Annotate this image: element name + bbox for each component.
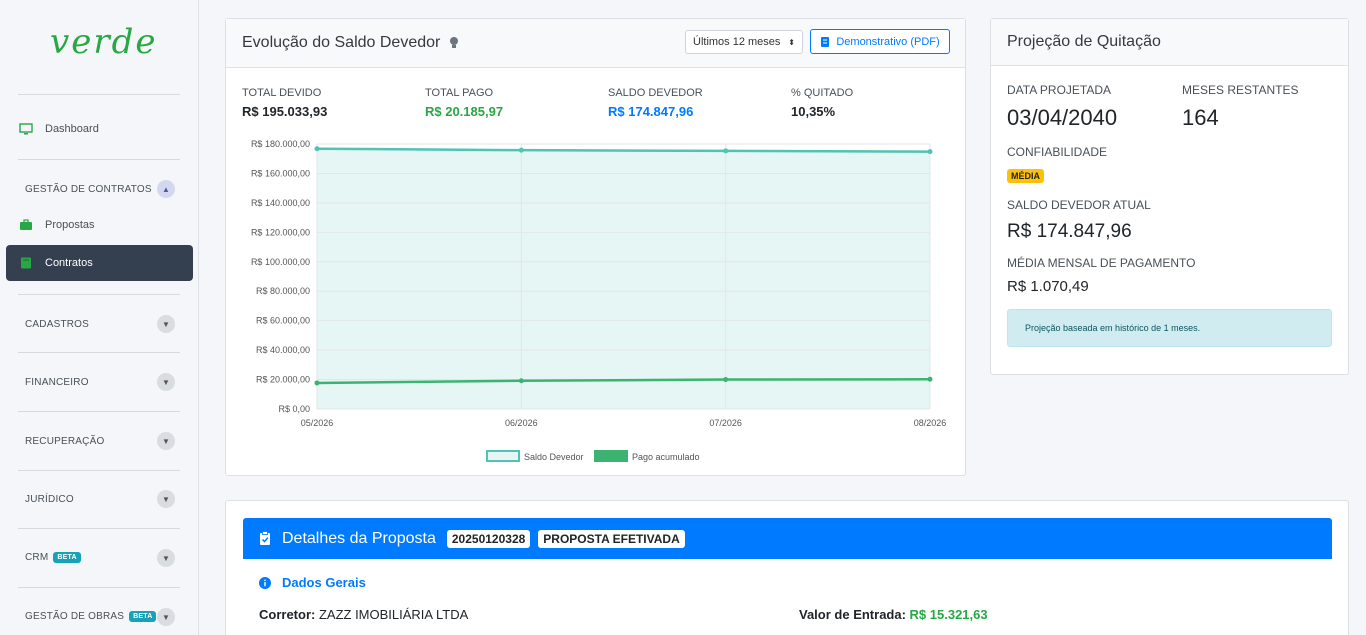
clipboard-check-icon — [260, 531, 270, 545]
projection-note: Projeção baseada em histórico de 1 meses… — [1007, 309, 1332, 347]
quitado-label: % QUITADO — [791, 87, 854, 99]
beta-badge: BETA — [53, 552, 81, 564]
sidebar-item-contratos[interactable]: Contratos — [6, 245, 193, 281]
total-devido-label: TOTAL DEVIDO — [242, 87, 322, 99]
projection-card-header: Projeção de Quitação — [991, 19, 1348, 66]
y-tick-label: R$ 160.000,00 — [251, 168, 310, 178]
chevron-down-icon: ▼ — [157, 373, 175, 391]
y-tick-label: R$ 0,00 — [278, 404, 310, 414]
dados-gerais-heading: Dados Gerais — [259, 575, 366, 590]
sidebar: verde Dashboard GESTÃO DE CONTRATOS ▲ Pr… — [0, 0, 199, 635]
x-tick-label: 08/2026 — [914, 418, 947, 428]
lightbulb-icon[interactable] — [448, 36, 460, 50]
y-tick-label: R$ 140.000,00 — [251, 198, 310, 208]
y-tick-label: R$ 60.000,00 — [256, 316, 310, 326]
y-tick-label: R$ 20.000,00 — [256, 375, 310, 385]
corretor-row: Corretor: ZAZZ IMOBILIÁRIA LTDA — [259, 607, 468, 622]
info-icon — [259, 576, 271, 589]
x-tick-label: 07/2026 — [709, 418, 742, 428]
data-point — [518, 147, 524, 153]
evolution-title: Evolução do Saldo Devedor — [242, 34, 441, 51]
legend-swatch — [594, 450, 628, 462]
briefcase-icon — [20, 219, 32, 230]
total-pago-label: TOTAL PAGO — [425, 87, 494, 99]
y-tick-label: R$ 180.000,00 — [251, 139, 310, 149]
data-point — [927, 376, 933, 382]
sidebar-section-recuperacao[interactable]: RECUPERAÇÃO ▼ — [25, 429, 175, 453]
document-icon — [821, 36, 830, 47]
data-point — [723, 148, 729, 154]
valor-entrada-value: R$ 15.321,63 — [909, 607, 988, 622]
total-devido-value: R$ 195.033,93 — [242, 104, 328, 119]
proposal-code-badge: 20250120328 — [446, 529, 531, 548]
sidebar-section-gestao-obras[interactable]: GESTÃO DE OBRAS BETA ▼ — [25, 605, 175, 629]
corretor-label: Corretor: — [259, 607, 316, 622]
y-tick-label: R$ 40.000,00 — [256, 345, 310, 355]
projection-title: Projeção de Quitação — [1007, 33, 1161, 50]
data-point — [314, 146, 320, 152]
y-tick-label: R$ 120.000,00 — [251, 227, 310, 237]
legend-label: Pago acumulado — [632, 452, 700, 462]
saldo-chart: R$ 0,00 R$ 20.000,00 R$ 40.000,00 R$ 60.000… — [251, 139, 947, 462]
confiabilidade-badge: MÉDIA — [1007, 169, 1044, 183]
evolution-card: Evolução do Saldo Devedor Últimos 12 mes… — [225, 18, 966, 476]
details-header: Detalhes da Proposta 20250120328 PROPOST… — [243, 518, 1332, 559]
quitado-value: 10,35% — [791, 104, 836, 119]
saldo-area — [317, 148, 930, 409]
verde-logo[interactable]: verde — [50, 22, 155, 70]
legend-label: Saldo Devedor — [524, 452, 584, 462]
chevron-up-icon: ▲ — [157, 180, 175, 198]
sidebar-label: Dashboard — [45, 123, 99, 135]
chevron-down-icon: ▼ — [157, 432, 175, 450]
sidebar-section-crm[interactable]: CRM BETA ▼ — [25, 546, 175, 570]
chevron-down-icon: ▼ — [157, 549, 175, 567]
y-tick-label: R$ 100.000,00 — [251, 257, 310, 267]
chevron-down-icon: ▼ — [157, 490, 175, 508]
data-projetada-value: 03/04/2040 — [1007, 105, 1118, 130]
details-card: Detalhes da Proposta 20250120328 PROPOST… — [225, 500, 1349, 635]
projection-card: Projeção de Quitação DATA PROJETADA 03/0… — [990, 18, 1349, 375]
total-pago-value: R$ 20.185,97 — [425, 104, 504, 119]
data-point — [723, 377, 729, 383]
sidebar-item-propostas[interactable]: Propostas — [6, 207, 193, 243]
sidebar-section-cadastros[interactable]: CADASTROS ▼ — [25, 312, 175, 336]
meses-restantes-value: 164 — [1182, 105, 1219, 130]
monitor-icon — [19, 123, 33, 135]
saldo-devedor-label: SALDO DEVEDOR — [608, 87, 703, 99]
sort-arrows-icon: ⬍ — [788, 37, 795, 47]
book-icon — [21, 257, 31, 269]
valor-entrada-label: Valor de Entrada: — [799, 607, 906, 622]
period-select[interactable]: Últimos 12 meses ⬍ — [685, 30, 803, 54]
sidebar-item-dashboard[interactable]: Dashboard — [6, 111, 193, 147]
sidebar-section-juridico[interactable]: JURÍDICO ▼ — [25, 487, 175, 511]
data-point — [518, 378, 524, 384]
sidebar-section-gestao-contratos[interactable]: GESTÃO DE CONTRATOS ▲ — [25, 177, 175, 201]
beta-badge: BETA — [129, 611, 157, 623]
y-tick-label: R$ 80.000,00 — [256, 286, 310, 296]
saldo-atual-value: R$ 174.847,96 — [1007, 221, 1132, 242]
details-title: Detalhes da Proposta — [282, 529, 436, 547]
saldo-atual-label: SALDO DEVEDOR ATUAL — [1007, 198, 1151, 212]
valor-entrada-row: Valor de Entrada: R$ 15.321,63 — [799, 607, 988, 622]
legend-swatch — [486, 450, 520, 462]
sidebar-section-financeiro[interactable]: FINANCEIRO ▼ — [25, 370, 175, 394]
proposal-status-badge: PROPOSTA EFETIVADA — [538, 529, 685, 548]
media-mensal-value: R$ 1.070,49 — [1007, 278, 1089, 295]
data-projetada-label: DATA PROJETADA — [1007, 83, 1112, 97]
corretor-value: ZAZZ IMOBILIÁRIA LTDA — [318, 607, 469, 622]
meses-restantes-label: MESES RESTANTES — [1182, 83, 1299, 97]
demonstrativo-pdf-button[interactable]: Demonstrativo (PDF) — [810, 29, 950, 54]
media-mensal-label: MÉDIA MENSAL DE PAGAMENTO — [1007, 256, 1196, 270]
saldo-devedor-value: R$ 174.847,96 — [608, 104, 694, 119]
chevron-down-icon: ▼ — [157, 608, 175, 626]
data-point — [927, 149, 933, 155]
chevron-down-icon: ▼ — [157, 315, 175, 333]
x-tick-label: 05/2026 — [301, 418, 334, 428]
x-tick-label: 06/2026 — [505, 418, 538, 428]
confiabilidade-label: CONFIABILIDADE — [1007, 145, 1108, 159]
data-point — [314, 380, 320, 386]
